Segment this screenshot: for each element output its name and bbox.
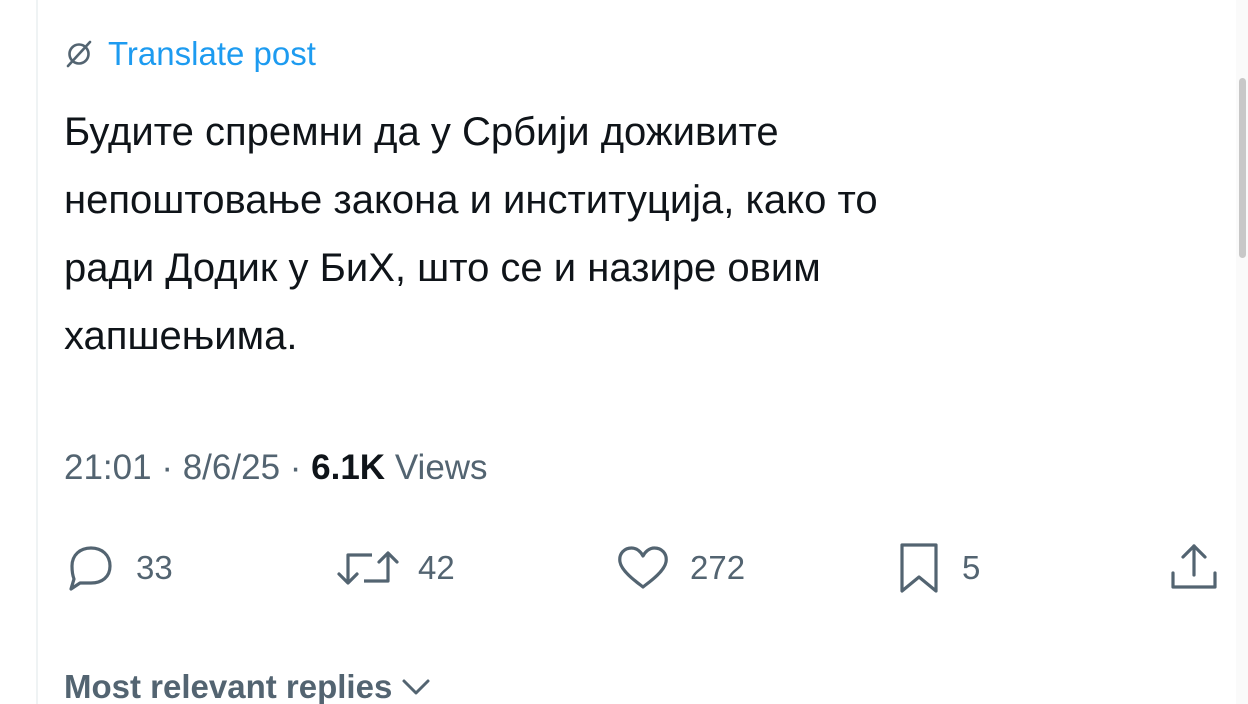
scrollbar[interactable] (1236, 0, 1248, 704)
chevron-down-icon (400, 675, 432, 699)
replies-sort-dropdown[interactable]: Most relevant replies (64, 664, 432, 704)
translate-post-label: Translate post (108, 35, 316, 72)
post-meta: 21:01 · 8/6/25 · 6.1K Views (64, 445, 488, 491)
bookmark-icon (894, 541, 944, 595)
reply-button[interactable]: 33 (64, 540, 173, 596)
column-divider (36, 0, 38, 704)
bookmark-count: 5 (962, 549, 981, 586)
reply-icon (64, 543, 118, 593)
post-detail-view: Translate post Будите спремни да у Србиј… (0, 0, 1248, 704)
post-date[interactable]: 8/6/25 (183, 448, 280, 488)
repost-icon (336, 543, 400, 593)
repost-count: 42 (418, 549, 455, 586)
scrollbar-thumb[interactable] (1239, 78, 1246, 258)
like-button[interactable]: 272 (614, 540, 745, 596)
reply-count: 33 (136, 549, 173, 586)
share-button[interactable] (1166, 540, 1222, 596)
share-icon (1166, 541, 1222, 595)
meta-separator: · (161, 448, 173, 487)
meta-separator: · (289, 448, 302, 487)
post-text: Будите спремни да у Србији доживите непо… (64, 110, 878, 358)
bookmark-button[interactable]: 5 (894, 540, 980, 596)
views-label: Views (394, 448, 488, 487)
views-count: 6.1K (311, 448, 386, 487)
translate-post-link[interactable]: Translate post (64, 34, 316, 74)
replies-sort-label: Most relevant replies (64, 668, 393, 704)
translate-icon (64, 39, 94, 69)
like-icon (614, 543, 672, 593)
repost-button[interactable]: 42 (336, 540, 455, 596)
post-time[interactable]: 21:01 (64, 448, 152, 488)
like-count: 272 (690, 549, 746, 586)
